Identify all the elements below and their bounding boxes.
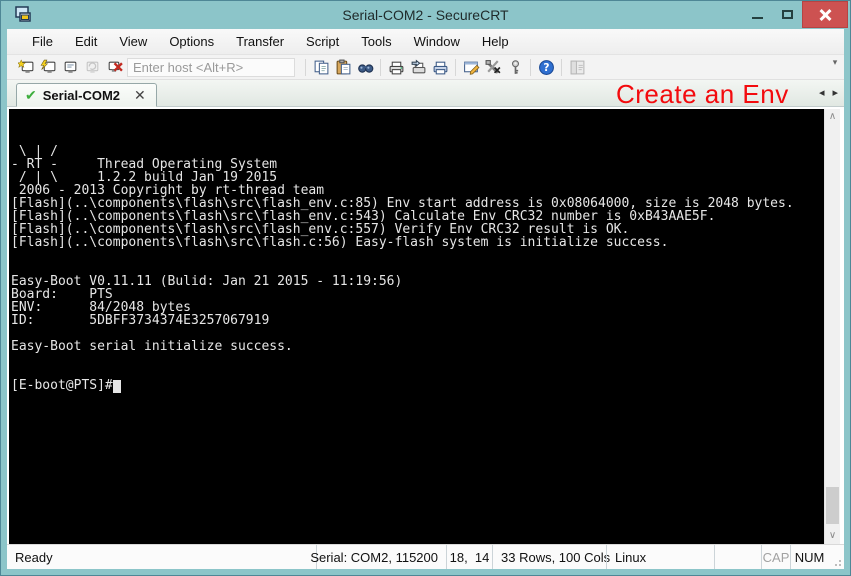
session-manager-icon[interactable] <box>566 57 588 77</box>
menu-item[interactable]: Tools <box>350 30 402 53</box>
tab-close-icon[interactable]: ✕ <box>134 88 146 102</box>
menu-item[interactable]: Window <box>403 30 471 53</box>
status-emulation: Linux <box>606 545 714 569</box>
connect-icon[interactable] <box>37 57 59 77</box>
terminal-area: \ | /- RT - Thread Operating System / | … <box>7 107 844 544</box>
terminal-prompt-line: [E-boot@PTS]# <box>11 379 824 393</box>
toolbar-overflow-icon[interactable]: ▾ <box>829 58 841 66</box>
key-agent-icon[interactable] <box>504 57 526 77</box>
toolbar-separator <box>380 59 381 76</box>
terminal-line <box>11 249 824 262</box>
resize-grip[interactable] <box>828 545 844 569</box>
status-cursor-position: 18, 14 <box>446 545 492 569</box>
menu-item[interactable]: Transfer <box>225 30 295 53</box>
status-caps-lock: CAP <box>761 545 790 569</box>
terminal-screen[interactable]: \ | /- RT - Thread Operating System / | … <box>9 109 824 544</box>
menu-item[interactable]: File <box>21 30 64 53</box>
status-bar: Ready Serial: COM2, 115200 18, 14 33 Row… <box>7 544 844 569</box>
window-title: Serial-COM2 - SecureCRT <box>1 7 850 23</box>
scroll-up-icon[interactable]: ∧ <box>825 109 840 125</box>
tab-serial-com2[interactable]: ✔ Serial-COM2 ✕ <box>16 83 157 107</box>
quick-connect-icon[interactable] <box>15 57 37 77</box>
host-input[interactable] <box>127 58 295 77</box>
shell-prompt: [E-boot@PTS]# <box>11 378 113 393</box>
menu-item[interactable]: Edit <box>64 30 108 53</box>
title-bar: Serial-COM2 - SecureCRT <box>1 1 850 29</box>
scrollbar-thumb[interactable] <box>826 487 839 524</box>
terminal-line: Easy-Boot serial initialize success. <box>11 340 824 353</box>
securecrt-window: Serial-COM2 - SecureCRT FileEditViewOpti… <box>0 0 851 576</box>
minimize-icon[interactable] <box>742 1 772 28</box>
print-selection-icon[interactable] <box>407 57 429 77</box>
vertical-scrollbar[interactable]: ∧ ∨ <box>824 109 840 544</box>
menu-item[interactable]: View <box>108 30 158 53</box>
connected-check-icon: ✔ <box>25 88 37 102</box>
menu-item[interactable]: Script <box>295 30 350 53</box>
session-options-icon[interactable] <box>460 57 482 77</box>
toolbar-separator <box>561 59 562 76</box>
menu-bar: FileEditViewOptionsTransferScriptToolsWi… <box>7 29 844 55</box>
copy-icon[interactable] <box>310 57 332 77</box>
paste-icon[interactable] <box>332 57 354 77</box>
toolbar: ? ▾ <box>7 55 844 80</box>
terminal-line: ID: 5DBFF3734374E3257067919 <box>11 314 824 327</box>
toolbar-separator <box>455 59 456 76</box>
terminal-line: Easy-Boot V0.11.11 (Bulid: Jan 21 2015 -… <box>11 275 824 288</box>
status-grid-size: 33 Rows, 100 Cols <box>492 545 606 569</box>
reconnect-icon[interactable] <box>81 57 103 77</box>
tab-scroll-right-icon[interactable]: ▸ <box>832 86 838 99</box>
status-ready: Ready <box>7 545 316 569</box>
terminal-line: [Flash](..\components\flash\src\flash.c:… <box>11 236 824 249</box>
status-blank <box>714 545 761 569</box>
tab-scroll-left-icon[interactable]: ◂ <box>819 86 825 99</box>
terminal-cursor <box>113 380 121 393</box>
toolbar-separator <box>530 59 531 76</box>
scroll-down-icon[interactable]: ∨ <box>825 528 840 544</box>
menu-item[interactable]: Help <box>471 30 520 53</box>
annotation-create-an-env: Create an Env <box>616 79 789 110</box>
maximize-icon[interactable] <box>772 1 802 28</box>
help-icon[interactable]: ? <box>535 57 557 77</box>
toolbar-separator <box>305 59 306 76</box>
find-icon[interactable] <box>354 57 376 77</box>
status-num-lock: NUM <box>790 545 828 569</box>
print-icon[interactable] <box>385 57 407 77</box>
connect-dialog-icon[interactable] <box>59 57 81 77</box>
menu-item[interactable]: Options <box>158 30 225 53</box>
disconnect-icon[interactable] <box>103 57 125 77</box>
close-icon[interactable] <box>802 1 848 28</box>
tab-label: Serial-COM2 <box>43 88 120 103</box>
status-serial: Serial: COM2, 115200 <box>316 545 446 569</box>
global-options-icon[interactable] <box>482 57 504 77</box>
svg-text:?: ? <box>543 61 549 74</box>
printer-icon[interactable] <box>429 57 451 77</box>
